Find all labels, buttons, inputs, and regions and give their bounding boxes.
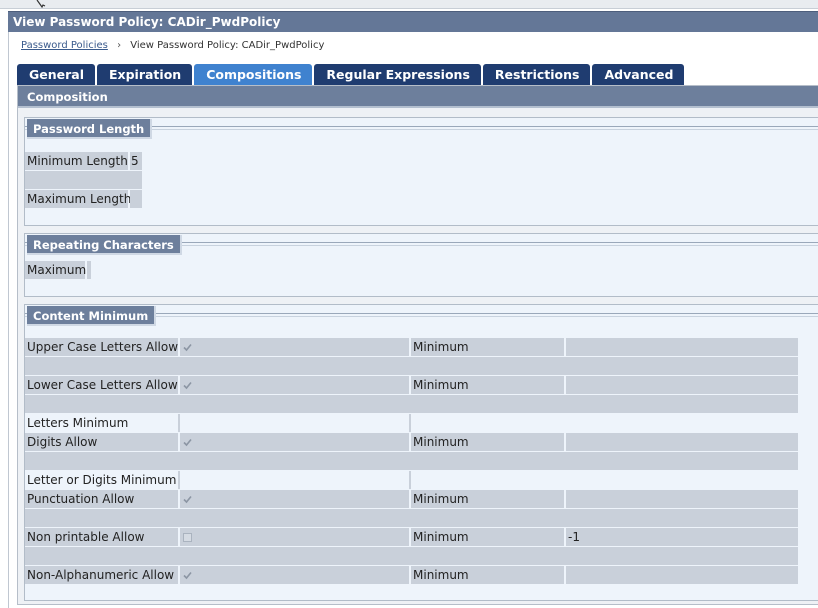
lower-case-minimum-value [566, 376, 798, 394]
password-length-title: Password Length [27, 119, 153, 139]
breadcrumb-password-policies-link[interactable]: Password Policies [21, 40, 108, 51]
digits-allow-checkbox[interactable] [182, 437, 193, 448]
digits-allow-label: Digits Allow [25, 433, 178, 451]
non-alphanumeric-minimum-value [566, 566, 798, 584]
punctuation-allow-cell [180, 490, 409, 508]
repeating-maximum-label: Maximum [25, 261, 87, 279]
repeating-characters-title: Repeating Characters [27, 235, 182, 255]
password-length-section: Password Length Minimum Length 5 Maximum… [24, 117, 818, 226]
lower-case-minimum-label: Minimum [411, 376, 564, 394]
repeating-maximum-value [87, 261, 91, 279]
non-alphanumeric-allow-cell [180, 566, 409, 584]
upper-case-allow-cell [180, 338, 409, 356]
password-length-spacer [25, 171, 142, 189]
breadcrumb: Password Policies › View Password Policy… [21, 40, 324, 51]
punctuation-allow-label: Punctuation Allow [25, 490, 178, 508]
lower-case-allow-label: Lower Case Letters Allow [25, 376, 178, 394]
composition-panel: Composition Password Length Minimum Leng… [17, 85, 818, 605]
upper-case-minimum-value [566, 338, 798, 356]
tab-advanced[interactable]: Advanced [592, 64, 685, 85]
non-printable-minimum-value: -1 [566, 528, 798, 546]
mouse-cursor-icon [36, 0, 46, 8]
minimum-length-label: Minimum Length [25, 152, 128, 170]
non-printable-allow-checkbox[interactable] [182, 532, 193, 543]
letter-or-digits-minimum-value [180, 471, 409, 489]
repeating-characters-section: Repeating Characters Maximum [24, 233, 818, 297]
tab-compositions[interactable]: Compositions [194, 64, 313, 85]
content-minimum-title: Content Minimum [27, 306, 157, 326]
digits-minimum-label: Minimum [411, 433, 564, 451]
breadcrumb-separator: › [117, 40, 122, 51]
non-alphanumeric-minimum-label: Minimum [411, 566, 564, 584]
minimum-length-value: 5 [130, 152, 142, 170]
breadcrumb-current: View Password Policy: CADir_PwdPolicy [130, 40, 325, 51]
tab-regular-expressions[interactable]: Regular Expressions [314, 64, 481, 85]
punctuation-allow-checkbox[interactable] [182, 494, 193, 505]
tab-restrictions[interactable]: Restrictions [482, 64, 591, 85]
non-printable-minimum-label: Minimum [411, 528, 564, 546]
digits-minimum-value [566, 433, 798, 451]
lower-case-allow-cell [180, 376, 409, 394]
upper-case-allow-checkbox[interactable] [182, 342, 193, 353]
composition-panel-title: Composition [18, 86, 818, 108]
maximum-length-label: Maximum Length [25, 190, 132, 208]
upper-case-minimum-label: Minimum [411, 338, 564, 356]
punctuation-minimum-value [566, 490, 798, 508]
lower-case-allow-checkbox[interactable] [182, 380, 193, 391]
punctuation-minimum-label: Minimum [411, 490, 564, 508]
letter-or-digits-minimum-label: Letter or Digits Minimum [25, 471, 178, 489]
non-printable-allow-cell [180, 528, 409, 546]
content-minimum-section: Content Minimum Upper Case Letters Allow… [24, 304, 818, 601]
digits-allow-cell [180, 433, 409, 451]
maximum-length-value [130, 190, 142, 208]
content-area: Password Policies › View Password Policy… [8, 32, 818, 608]
page-title-bar: View Password Policy: CADir_PwdPolicy [8, 11, 818, 32]
letters-minimum-value [180, 414, 409, 432]
tab-general[interactable]: General [17, 64, 95, 85]
page-title: View Password Policy: CADir_PwdPolicy [13, 15, 281, 29]
non-printable-allow-label: Non printable Allow [25, 528, 178, 546]
non-alphanumeric-allow-label: Non-Alphanumeric Allow [25, 566, 178, 584]
non-alphanumeric-allow-checkbox[interactable] [182, 570, 193, 581]
tab-bar: General Expiration Compositions Regular … [17, 64, 686, 85]
letters-minimum-label: Letters Minimum [25, 414, 178, 432]
top-strip [0, 0, 818, 9]
tab-expiration[interactable]: Expiration [97, 64, 193, 85]
upper-case-allow-label: Upper Case Letters Allow [25, 338, 179, 356]
